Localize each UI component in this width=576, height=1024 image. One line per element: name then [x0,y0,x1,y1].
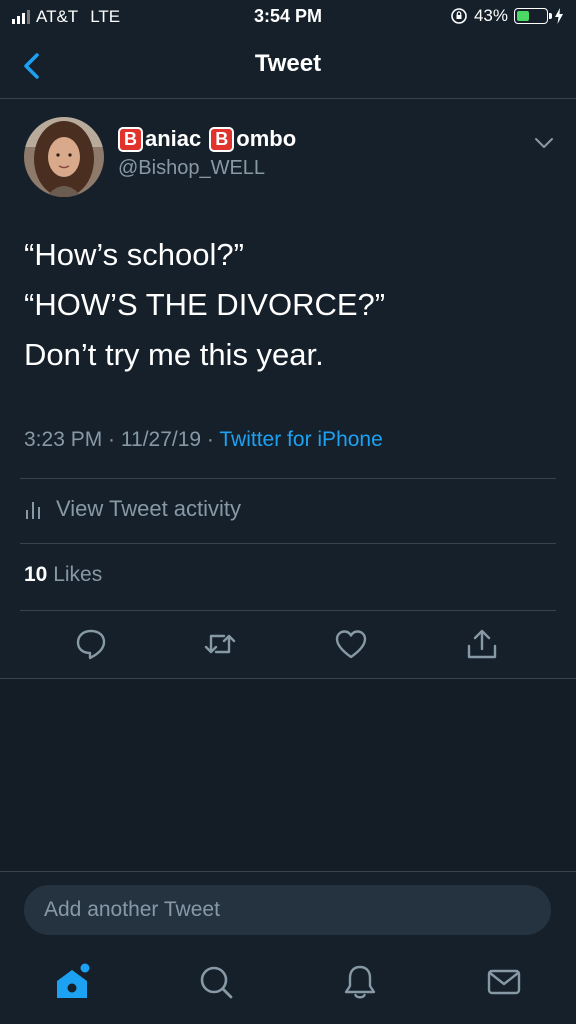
messages-mail-icon[interactable] [484,962,524,1002]
display-name-part1: aniac [145,126,202,151]
rotation-lock-icon [451,8,467,24]
navigation-bar: Tweet [0,34,576,99]
chevron-down-icon[interactable] [534,136,554,150]
display-name[interactable]: B aniac B ombo [118,126,296,152]
divider [20,478,556,479]
battery-icon [514,8,552,24]
view-tweet-activity-label: View Tweet activity [56,496,242,521]
search-icon[interactable] [196,962,236,1002]
page-title: Tweet [254,50,322,77]
meta-separator: · [201,428,220,451]
b-emoji-badge: B [118,126,143,152]
tweet-text: “How’s school?” “HOW’S THE DIVORCE?” Don… [24,230,554,380]
battery-percent: 43% [473,6,508,25]
divider [0,871,576,872]
status-bar: AT&T LTE 3:54 PM 43% [0,0,576,34]
like-heart-icon[interactable] [333,626,369,662]
tweet-time: 3:23 PM [24,428,103,451]
add-tweet-input[interactable]: Add another Tweet [24,885,551,935]
tweet-line: “HOW’S THE DIVORCE?” [24,287,386,322]
divider [20,543,556,544]
user-handle[interactable]: @Bishop_WELL [118,157,265,180]
home-icon[interactable] [52,962,92,1002]
tweet-line: “How’s school?” [24,237,244,272]
retweet-icon[interactable] [202,626,238,662]
tweet-actions [0,626,576,666]
meta-separator: · [102,428,121,451]
add-tweet-placeholder: Add another Tweet [44,898,220,921]
display-name-part2: ombo [236,126,297,151]
charging-bolt-icon [555,8,563,24]
battery-fill [517,11,529,21]
tweet-date: 11/27/19 [120,428,202,451]
tweet-line: Don’t try me this year. [24,337,324,372]
b-emoji-badge: B [209,126,235,152]
tweet-source-link[interactable]: Twitter for iPhone [219,428,382,451]
status-right: 43% [450,6,564,26]
likes-label: Likes [53,563,103,586]
notifications-bell-icon[interactable] [340,962,380,1002]
empty-replies-area [0,679,576,871]
likes-count[interactable]: 10 Likes [24,563,102,587]
analytics-icon [26,502,40,519]
divider [20,610,556,611]
avatar-image [24,117,104,197]
reply-icon[interactable] [73,626,109,662]
share-icon[interactable] [464,626,500,662]
tweet-meta: 3:23 PM · 11/27/19 · Twitter for iPhone [24,428,383,452]
view-tweet-activity[interactable]: View Tweet activity [24,496,241,522]
avatar[interactable] [24,117,104,197]
likes-number: 10 [24,563,48,586]
